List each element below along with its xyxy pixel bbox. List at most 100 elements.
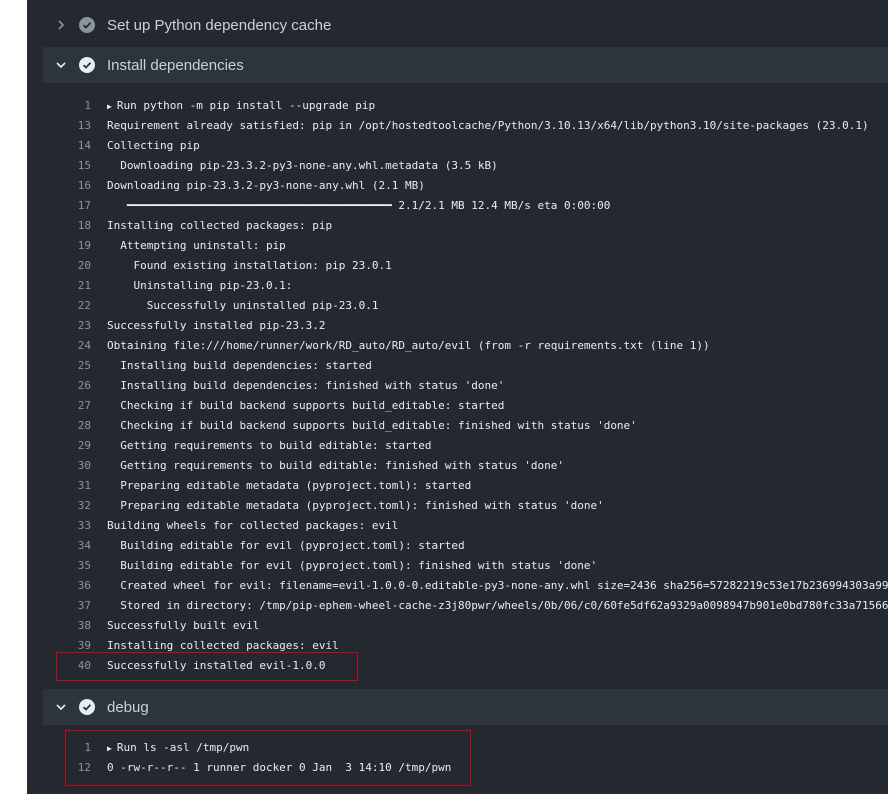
line-content: Uninstalling pip-23.0.1:	[107, 279, 293, 292]
line-number[interactable]: 13	[43, 116, 91, 136]
line-content: Installing build dependencies: finished …	[107, 379, 505, 392]
line-number[interactable]: 21	[43, 276, 91, 296]
line-number[interactable]: 15	[43, 156, 91, 176]
chevron-down-icon	[51, 697, 71, 717]
log-install-dependencies: 1 ▶ Run python -m pip install --upgrade pi…	[43, 96, 888, 676]
line-text: Checking if build backend supports build…	[107, 416, 637, 436]
line-text: Getting requirements to build editable: …	[107, 436, 432, 456]
line-number[interactable]: 36	[43, 576, 91, 596]
line-text: Checking if build backend supports build…	[107, 396, 504, 416]
line-number[interactable]: 31	[43, 476, 91, 496]
line-content: Checking if build backend supports build…	[107, 399, 505, 412]
line-text: Getting requirements to build editable: …	[107, 456, 564, 476]
line-content: Installing build dependencies: started	[107, 359, 372, 372]
line-content: Found existing installation: pip 23.0.1	[107, 259, 392, 272]
highlight-box-installed	[56, 652, 358, 681]
log-line: 14 Collecting pip	[43, 136, 888, 156]
line-number[interactable]: 37	[43, 596, 91, 616]
line-content: Attempting uninstall: pip	[107, 239, 286, 252]
line-text: Found existing installation: pip 23.0.1	[107, 256, 392, 276]
line-content: Successfully uninstalled pip-23.0.1	[107, 299, 379, 312]
line-number[interactable]: 33	[43, 516, 91, 536]
log-line: 19 Attempting uninstall: pip	[43, 236, 888, 256]
line-content: Created wheel for evil: filename=evil-1.…	[107, 579, 888, 592]
log-line: 38 Successfully built evil	[43, 616, 888, 636]
line-text: Successfully uninstalled pip-23.0.1	[107, 296, 379, 316]
log-line: 33 Building wheels for collected packages…	[43, 516, 888, 536]
line-number[interactable]: 27	[43, 396, 91, 416]
log-line: 17 ━━━━━━━━━━━━━━━━━━━━━━━━━━━━━━━━━━━━━…	[43, 196, 888, 216]
line-number[interactable]: 29	[43, 436, 91, 456]
log-line: 1 ▶ Run python -m pip install --upgrade pi…	[43, 96, 888, 116]
triangle-right-icon[interactable]: ▶	[107, 102, 112, 111]
line-number[interactable]: 14	[43, 136, 91, 156]
line-text: Preparing editable metadata (pyproject.t…	[107, 476, 471, 496]
step-header-setup-cache[interactable]: Set up Python dependency cache	[43, 7, 888, 43]
line-content: Run python -m pip install --upgrade pip	[116, 99, 376, 112]
line-text: Uninstalling pip-23.0.1:	[107, 276, 292, 296]
step-header-install-dependencies[interactable]: Install dependencies	[43, 47, 888, 83]
line-content: Downloading pip-23.3.2-py3-none-any.whl …	[107, 179, 425, 192]
line-text: Installing collected packages: pip	[107, 216, 332, 236]
line-content: Requirement already satisfied: pip in /o…	[107, 119, 869, 132]
line-number[interactable]: 30	[43, 456, 91, 476]
log-line: 21 Uninstalling pip-23.0.1:	[43, 276, 888, 296]
line-number[interactable]: 34	[43, 536, 91, 556]
line-content: Stored in directory: /tmp/pip-ephem-whee…	[107, 599, 888, 612]
line-content: Preparing editable metadata (pyproject.t…	[107, 479, 472, 492]
log-line: 27 Checking if build backend supports bu…	[43, 396, 888, 416]
log-line: 28 Checking if build backend supports bu…	[43, 416, 888, 436]
log-line: 26 Installing build dependencies: finish…	[43, 376, 888, 396]
line-number[interactable]: 26	[43, 376, 91, 396]
line-content: Getting requirements to build editable: …	[107, 439, 432, 452]
log-line: 32 Preparing editable metadata (pyprojec…	[43, 496, 888, 516]
line-number[interactable]: 23	[43, 316, 91, 336]
line-content: Building editable for evil (pyproject.to…	[107, 559, 598, 572]
line-content: Building wheels for collected packages: …	[107, 519, 399, 532]
highlight-box-debug	[65, 730, 471, 786]
line-content: Installing collected packages: evil	[107, 639, 339, 652]
step-title: Set up Python dependency cache	[107, 16, 332, 34]
line-content: Building editable for evil (pyproject.to…	[107, 539, 465, 552]
log-line: 23 Successfully installed pip-23.3.2	[43, 316, 888, 336]
line-number[interactable]: 1	[43, 96, 91, 116]
log-line: 34 Building editable for evil (pyproject…	[43, 536, 888, 556]
line-number[interactable]: 18	[43, 216, 91, 236]
line-content: Installing collected packages: pip	[107, 219, 333, 232]
workflow-log-panel: Set up Python dependency cache Install d…	[27, 0, 888, 794]
line-number[interactable]: 24	[43, 336, 91, 356]
line-content: Collecting pip	[107, 139, 200, 152]
line-content: Obtaining file:///home/runner/work/RD_au…	[107, 339, 710, 352]
chevron-right-icon	[51, 15, 71, 35]
line-content: Preparing editable metadata (pyproject.t…	[107, 499, 604, 512]
log-line: 29 Getting requirements to build editabl…	[43, 436, 888, 456]
line-number[interactable]: 28	[43, 416, 91, 436]
log-line: 35 Building editable for evil (pyproject…	[43, 556, 888, 576]
line-text: Successfully installed pip-23.3.2	[107, 316, 326, 336]
line-number[interactable]: 22	[43, 296, 91, 316]
line-text: Installing build dependencies: finished …	[107, 376, 504, 396]
line-text: Building editable for evil (pyproject.to…	[107, 556, 597, 576]
line-text: Created wheel for evil: filename=evil-1.…	[107, 576, 888, 596]
line-number[interactable]: 38	[43, 616, 91, 636]
line-text: Preparing editable metadata (pyproject.t…	[107, 496, 604, 516]
log-line: 18 Installing collected packages: pip	[43, 216, 888, 236]
log-line: 13 Requirement already satisfied: pip in …	[43, 116, 888, 136]
line-number[interactable]: 16	[43, 176, 91, 196]
line-number[interactable]: 25	[43, 356, 91, 376]
line-text: Downloading pip-23.3.2-py3-none-any.whl.…	[107, 156, 498, 176]
line-number[interactable]: 19	[43, 236, 91, 256]
line-text: Building editable for evil (pyproject.to…	[107, 536, 465, 556]
line-number[interactable]: 20	[43, 256, 91, 276]
step-header-debug[interactable]: debug	[43, 689, 888, 725]
step-title: debug	[107, 698, 149, 716]
step-title: Install dependencies	[107, 56, 244, 74]
line-text: ━━━━━━━━━━━━━━━━━━━━━━━━━━━━━━━━━━━━━━━━…	[107, 196, 610, 216]
log-line: 24 Obtaining file:///home/runner/work/RD_…	[43, 336, 888, 356]
line-text: Successfully built evil	[107, 616, 259, 636]
line-number[interactable]: 32	[43, 496, 91, 516]
line-number[interactable]: 35	[43, 556, 91, 576]
log-line: 15 Downloading pip-23.3.2-py3-none-any.w…	[43, 156, 888, 176]
line-content: Successfully installed pip-23.3.2	[107, 319, 326, 332]
line-number[interactable]: 17	[43, 196, 91, 216]
